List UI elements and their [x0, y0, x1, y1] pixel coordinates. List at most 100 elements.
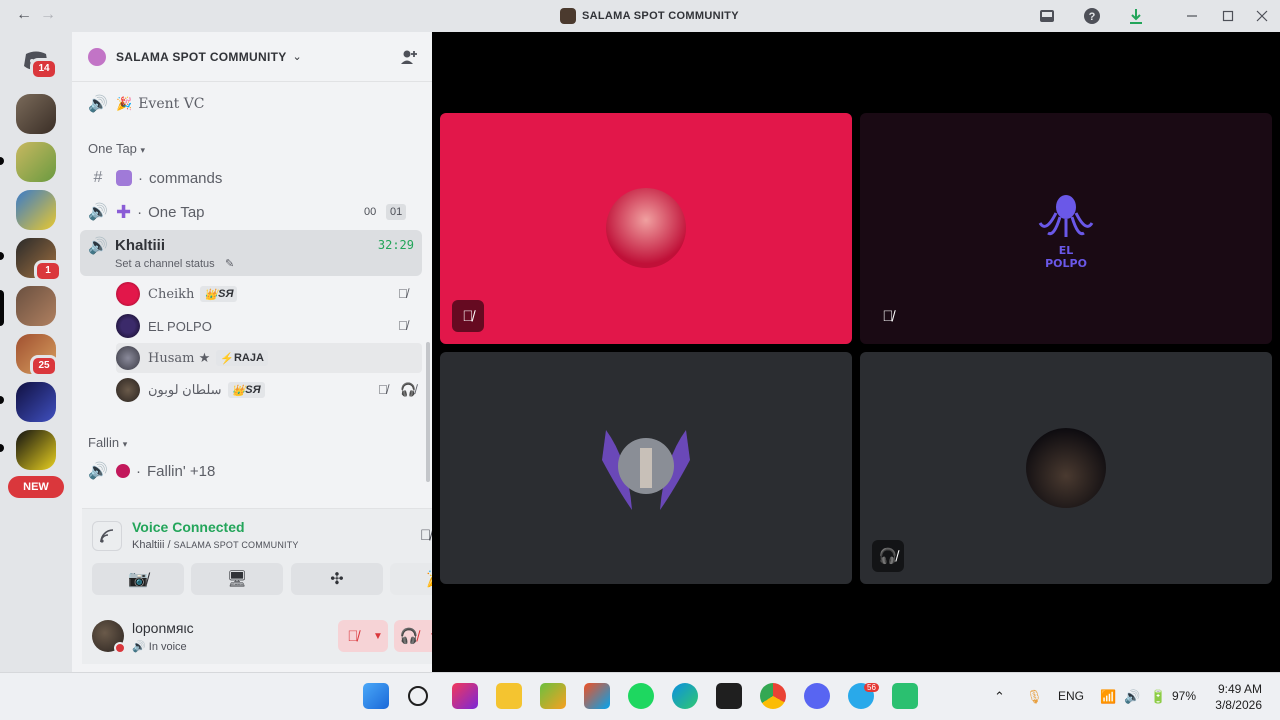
activities-icon: ✣	[330, 571, 344, 588]
minimize-icon[interactable]	[1183, 7, 1201, 25]
channel-khaltiii[interactable]: 🔊 Khaltiii 32:29 Set a channel status ✎	[80, 230, 422, 276]
server-avatar[interactable]	[16, 94, 56, 134]
user-name[interactable]: loponмяιc	[132, 620, 194, 636]
muted-icon: 🎙̸	[398, 318, 408, 333]
back-arrow-icon[interactable]: ←	[14, 6, 34, 24]
screen-share-button[interactable]: 🖥	[191, 563, 283, 595]
server-avatar[interactable]	[16, 142, 56, 182]
mic-icon[interactable]: 🎙	[1026, 689, 1043, 705]
chevron-down-icon[interactable]: ▼	[424, 631, 432, 642]
server-avatar[interactable]	[16, 286, 56, 326]
server-rail: 14 1 25 NEW	[0, 32, 72, 672]
title-bar: ← → SALAMA SPOT COMMUNITY ?	[0, 0, 1280, 32]
window-title-text: SALAMA SPOT COMMUNITY	[582, 10, 739, 22]
chevron-down-icon[interactable]: ▼	[368, 631, 388, 642]
member-tag: ⚡ RAJA	[216, 350, 268, 366]
channel-fallin[interactable]: 🔊 · Fallin' +18	[80, 455, 422, 487]
ide-app-icon[interactable]	[452, 683, 478, 709]
server-avatar[interactable]	[16, 382, 56, 422]
dnd-status-icon	[114, 642, 126, 654]
server-avatar[interactable]	[16, 430, 56, 470]
user-state: 🔊 In voice	[132, 640, 187, 653]
help-icon[interactable]: ?	[1083, 7, 1101, 25]
participant-tile[interactable]: EL POLPO 🎙̸	[860, 113, 1272, 344]
category-label: One Tap	[88, 141, 137, 156]
pencil-icon[interactable]: ✎	[225, 257, 234, 270]
language-indicator[interactable]: ENG	[1058, 689, 1084, 703]
separator: ·	[138, 169, 143, 187]
voice-member[interactable]: Cheikh 👑 SЯ 🎙̸	[116, 279, 422, 309]
chevron-up-icon[interactable]: ⌃	[994, 689, 1005, 705]
capcut-icon[interactable]	[716, 683, 742, 709]
participant-tile[interactable]: 🎧̸	[860, 352, 1272, 584]
clock-date: 3/8/2026	[1215, 698, 1262, 712]
inbox-icon[interactable]	[1038, 7, 1056, 25]
chevron-down-icon: ⌄	[292, 51, 302, 63]
edge-icon[interactable]	[672, 683, 698, 709]
server-header[interactable]: SALAMA SPOT COMMUNITY ⌄	[72, 32, 432, 82]
noise-suppression-icon[interactable]: 〰̸	[420, 527, 431, 544]
channel-sidebar: SALAMA SPOT COMMUNITY ⌄ 🔊 🎉 Event VC One…	[72, 32, 432, 672]
close-icon[interactable]	[1253, 7, 1271, 25]
participant-tile[interactable]: 🎙̸	[440, 113, 852, 344]
server-unread-badge: 25	[30, 355, 58, 377]
voice-member[interactable]: سلطان لوبون 👑 SЯ 🎙̸ 🎧̸	[116, 375, 422, 405]
tag-text: SЯ	[245, 384, 261, 396]
unread-pill	[0, 444, 4, 452]
discord-icon[interactable]	[804, 683, 830, 709]
voice-member[interactable]: EL POLPO 🎙̸	[116, 311, 422, 341]
volume-icon[interactable]: 🔊	[1124, 689, 1140, 705]
voice-channel-info[interactable]: Khaltiii / SALAMA SPOT COMMUNITY	[132, 539, 299, 551]
category-fallin[interactable]: Fallin ▾	[88, 435, 127, 450]
new-badge: NEW	[8, 476, 64, 498]
member-name: EL POLPO	[148, 318, 212, 334]
app-icon[interactable]	[892, 683, 918, 709]
member-name: سلطان لوبون	[148, 382, 222, 397]
channel-one-tap[interactable]: 🔊 ✚ · One Tap 00 01	[80, 196, 422, 228]
soundboard-button[interactable]: 🎉	[390, 563, 432, 595]
participant-avatar	[598, 420, 694, 516]
search-icon[interactable]	[408, 686, 428, 706]
member-tag: 👑 SЯ	[200, 286, 238, 302]
add-member-icon[interactable]	[400, 48, 418, 71]
separator: ·	[137, 203, 143, 221]
chrome-icon[interactable]	[760, 683, 786, 709]
windows-start-icon[interactable]	[363, 683, 389, 709]
plus-icon: ✚	[116, 201, 132, 222]
activities-button[interactable]: ✣	[291, 563, 383, 595]
app-stack-icon[interactable]	[540, 683, 566, 709]
channel-event-vc[interactable]: 🔊 🎉 Event VC	[80, 88, 422, 120]
spotify-icon[interactable]	[628, 683, 654, 709]
participant-tile[interactable]	[440, 352, 852, 584]
red-dot-icon	[116, 464, 130, 478]
channel-commands[interactable]: # · commands	[80, 162, 422, 194]
category-one-tap[interactable]: One Tap ▾	[88, 141, 145, 156]
mute-toggle[interactable]: 🎙̸ ▼	[338, 620, 388, 652]
battery-icon[interactable]: 🔋	[1150, 689, 1166, 705]
voice-connected-label[interactable]: Voice Connected	[132, 519, 245, 535]
telegram-badge: 56	[864, 683, 879, 692]
file-explorer-icon[interactable]	[496, 683, 522, 709]
user-limit: 01	[386, 204, 407, 220]
forward-arrow-icon[interactable]: →	[38, 6, 58, 24]
store-icon[interactable]	[584, 683, 610, 709]
voice-stage: 🎙̸ EL POLPO 🎙̸ 🎧̸	[432, 32, 1280, 672]
scrollbar[interactable]	[426, 342, 430, 482]
member-name: Cheikh	[148, 286, 195, 302]
deafen-toggle[interactable]: 🎧̸ ▼	[394, 620, 432, 652]
tile-label: EL POLPO	[1045, 244, 1087, 270]
camera-button[interactable]: 📷̸	[92, 563, 184, 595]
wifi-icon[interactable]: 📶	[1100, 689, 1116, 705]
maximize-icon[interactable]	[1219, 7, 1237, 25]
os-taskbar: 56 ⌃ 🎙 ENG 📶 🔊 🔋 97% 9:49 AM 3/8/2026	[0, 672, 1280, 720]
user-count: 00	[364, 206, 377, 218]
channel-name: Fallin' +18	[147, 462, 216, 480]
server-avatar[interactable]	[16, 190, 56, 230]
voice-member[interactable]: Husam ★ ⚡ RAJA	[116, 343, 422, 373]
download-icon[interactable]	[1127, 7, 1145, 25]
channel-status-prompt[interactable]: Set a channel status	[115, 258, 215, 270]
user-state-text: In voice	[148, 641, 187, 653]
member-name: Husam ★	[148, 350, 211, 366]
clock[interactable]: 9:49 AM 3/8/2026	[1215, 681, 1262, 713]
signal-icon[interactable]	[92, 521, 122, 551]
